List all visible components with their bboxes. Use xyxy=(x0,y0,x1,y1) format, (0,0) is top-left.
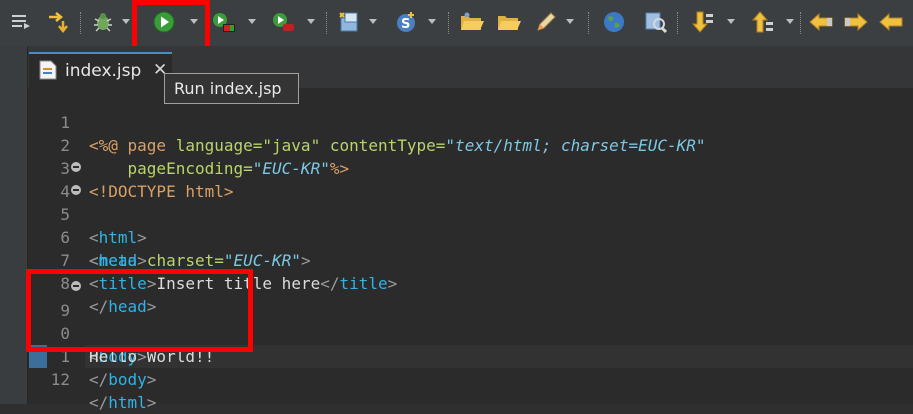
jsp-file-icon xyxy=(39,60,57,84)
code-line: 3 <!DOCTYPE html> xyxy=(28,134,913,201)
code-line: 7 <title>Insert title here</title> xyxy=(28,226,913,293)
tab-index-jsp[interactable]: index.jsp ✕ xyxy=(29,52,172,90)
toolbar-separator xyxy=(677,12,679,34)
svg-text:S: S xyxy=(401,17,410,32)
chevron-down-icon[interactable] xyxy=(248,19,256,24)
line-number: 12 xyxy=(50,370,70,389)
forward-arrow-icon[interactable] xyxy=(843,9,869,35)
line-content: </body> xyxy=(89,370,157,389)
toolbar-separator xyxy=(80,12,82,34)
code-line: 1 <%@ page language="java" contentType="… xyxy=(28,88,913,155)
chevron-down-icon[interactable] xyxy=(369,19,377,24)
fold-icon[interactable] xyxy=(71,185,81,195)
folder-icon[interactable] xyxy=(496,9,522,35)
chevron-down-icon[interactable] xyxy=(122,19,130,24)
toolbar-separator xyxy=(448,12,450,34)
left-panel-strip xyxy=(0,46,28,404)
open-folder-icon[interactable] xyxy=(459,9,485,35)
prev-annotation-icon[interactable] xyxy=(750,9,776,35)
chevron-down-icon[interactable] xyxy=(307,19,315,24)
last-edit-icon[interactable] xyxy=(878,9,904,35)
fold-icon[interactable] xyxy=(71,162,81,172)
server-icon[interactable]: S xyxy=(393,9,419,35)
list-icon[interactable] xyxy=(8,9,34,35)
line-content: </html> xyxy=(89,393,157,412)
run-tooltip: Run index.jsp xyxy=(164,73,299,104)
external-tools-icon[interactable] xyxy=(270,9,296,35)
code-line: 4 <html> xyxy=(28,157,913,247)
toggle-icon[interactable] xyxy=(46,9,72,35)
body-code-highlight xyxy=(26,269,253,352)
code-line: 5 <head> xyxy=(28,180,913,270)
code-line: 6 <meta charset="EUC-KR"> xyxy=(28,203,913,270)
globe-icon[interactable] xyxy=(601,9,627,35)
search-icon[interactable] xyxy=(643,9,669,35)
toolbar-separator xyxy=(588,12,590,34)
back-arrow-icon[interactable] xyxy=(808,9,834,35)
next-annotation-icon[interactable] xyxy=(690,9,716,35)
chevron-down-icon[interactable] xyxy=(566,19,574,24)
chevron-down-icon[interactable] xyxy=(786,19,794,24)
new-icon[interactable] xyxy=(336,9,362,35)
toolbar-separator xyxy=(326,12,328,34)
code-line: 2 pageEncoding="EUC-KR"%> xyxy=(28,111,913,178)
tab-label: index.jsp xyxy=(65,61,142,81)
coverage-icon[interactable] xyxy=(211,9,237,35)
chevron-down-icon[interactable] xyxy=(428,19,436,24)
bug-icon[interactable] xyxy=(90,9,116,35)
toolbar-separator xyxy=(800,12,802,34)
pen-icon[interactable] xyxy=(533,9,559,35)
chevron-down-icon[interactable] xyxy=(727,19,735,24)
